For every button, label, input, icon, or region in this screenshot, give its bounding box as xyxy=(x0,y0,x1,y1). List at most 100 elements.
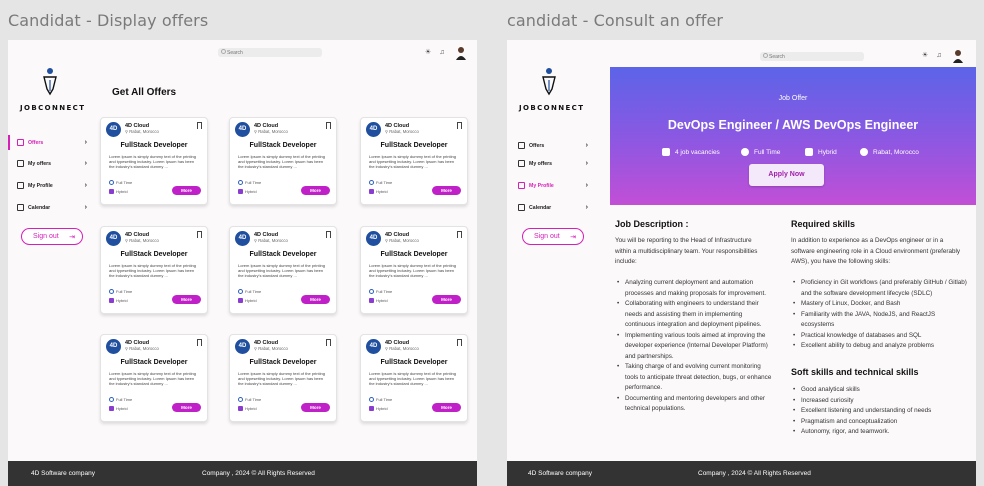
contract-text: Full Time xyxy=(754,148,781,156)
offer-description: Lorem Ipsum is simply dummy text of the … xyxy=(238,154,325,169)
offer-card[interactable]: 4D 4D Cloud ⚲ Rabat, Morocco FullStack Deve… xyxy=(100,226,208,314)
more-button[interactable]: More xyxy=(432,403,461,412)
display-offers-screen: ☀ ♫ JOBCONNECT Offers › My offers › My P… xyxy=(8,40,477,486)
sun-icon[interactable]: ☀ xyxy=(921,52,929,60)
search-input[interactable] xyxy=(227,48,307,57)
responsibility-item: Analyzing current deployment and automat… xyxy=(615,278,773,299)
more-button[interactable]: More xyxy=(432,186,461,195)
sidebar-item-calendar[interactable]: Calendar › xyxy=(17,204,87,211)
avatar[interactable] xyxy=(456,46,466,60)
required-skill-item: Practical knowledge of databases and SQL xyxy=(791,331,969,342)
company-location: ⚲ Rabat, Morocco xyxy=(385,129,419,134)
offer-title: FullStack Developer xyxy=(249,359,317,366)
offer-card[interactable]: 4D 4D Cloud ⚲ Rabat, Morocco FullStack Deve… xyxy=(229,334,337,422)
footer-rights: Company , 2024 © All Rights Reserved xyxy=(202,470,315,477)
more-button[interactable]: More xyxy=(432,295,461,304)
brand-name: JOBCONNECT xyxy=(20,104,86,112)
company-logo: 4D xyxy=(366,122,381,137)
sign-out-button[interactable]: Sign out ⇥ xyxy=(522,228,584,245)
required-skills-list: Proficiency in Git workflows (and prefer… xyxy=(791,278,969,352)
location-text: Rabat, Morocco xyxy=(129,129,159,134)
location-text: Rabat, Morocco xyxy=(258,346,288,351)
more-button[interactable]: More xyxy=(172,403,201,412)
bell-icon[interactable]: ♫ xyxy=(438,49,446,57)
sidebar-item-my-offers[interactable]: My offers › xyxy=(17,160,87,167)
bookmark-icon[interactable] xyxy=(326,122,331,129)
location-text: Rabat, Morocco xyxy=(129,346,159,351)
chevron-right-icon: › xyxy=(585,142,588,149)
offer-title: FullStack Developer xyxy=(120,142,188,149)
chevron-right-icon: › xyxy=(84,160,87,167)
contract-tag: Full Time xyxy=(369,397,392,402)
more-button[interactable]: More xyxy=(301,403,330,412)
avatar[interactable] xyxy=(953,49,963,63)
bookmark-icon[interactable] xyxy=(457,122,462,129)
bookmark-icon[interactable] xyxy=(197,231,202,238)
offer-card[interactable]: 4D 4D Cloud ⚲ Rabat, Morocco FullStack Deve… xyxy=(229,226,337,314)
offer-card[interactable]: 4D 4D Cloud ⚲ Rabat, Morocco FullStack Deve… xyxy=(100,334,208,422)
laptop-icon xyxy=(369,189,374,194)
mode-tag: Hybrid xyxy=(238,189,257,194)
offer-card[interactable]: 4D 4D Cloud ⚲ Rabat, Morocco FullStack Deve… xyxy=(360,226,468,314)
more-button[interactable]: More xyxy=(301,186,330,195)
job-description-intro: You will be reporting to the Head of Inf… xyxy=(615,237,758,265)
contract-tag: Full Time xyxy=(238,397,261,402)
job-description-heading: Job Description : xyxy=(615,219,689,229)
offer-card[interactable]: 4D 4D Cloud ⚲ Rabat, Morocco FullStack Deve… xyxy=(360,334,468,422)
offer-card[interactable]: 4D 4D Cloud ⚲ Rabat, Morocco FullStack Deve… xyxy=(100,117,208,205)
sidebar-item-calendar[interactable]: Calendar › xyxy=(518,204,588,211)
offer-card[interactable]: 4D 4D Cloud ⚲ Rabat, Morocco FullStack Deve… xyxy=(229,117,337,205)
bookmark-icon[interactable] xyxy=(197,122,202,129)
more-button[interactable]: More xyxy=(301,295,330,304)
sidebar-item-offers[interactable]: Offers › xyxy=(17,139,87,146)
frame-title-display-offers: Candidat - Display offers xyxy=(8,11,209,30)
soft-skill-item: Pragmatism and conceptualization xyxy=(791,417,969,428)
sidebar-item-my-profile[interactable]: My Profile › xyxy=(518,182,588,189)
brand-logo[interactable]: JOBCONNECT xyxy=(519,67,583,112)
offer-card[interactable]: 4D 4D Cloud ⚲ Rabat, Morocco FullStack Deve… xyxy=(360,117,468,205)
sign-out-button[interactable]: Sign out ⇥ xyxy=(21,228,83,245)
chevron-right-icon: › xyxy=(585,160,588,167)
bookmark-icon[interactable] xyxy=(326,339,331,346)
sidebar-item-my-offers[interactable]: My offers › xyxy=(518,160,588,167)
location-meta: Rabat, Morocco xyxy=(860,148,919,156)
apply-now-button[interactable]: Apply Now xyxy=(749,164,824,186)
contract-text: Full Time xyxy=(245,397,262,402)
location-text: Rabat, Morocco xyxy=(873,148,919,156)
required-skills-intro: In addition to experience as a DevOps en… xyxy=(791,237,961,265)
bookmark-icon[interactable] xyxy=(326,231,331,238)
sidebar-item-label: Offers xyxy=(28,139,44,146)
responsibilities-list: Analyzing current deployment and automat… xyxy=(615,278,773,415)
mode-tag: Hybrid xyxy=(369,298,388,303)
mode-text: Hybrid xyxy=(818,148,837,156)
sidebar-item-my-profile[interactable]: My Profile › xyxy=(17,182,87,189)
offer-description: Lorem Ipsum is simply dummy text of the … xyxy=(369,371,456,386)
offer-description: Lorem Ipsum is simply dummy text of the … xyxy=(109,371,196,386)
location-text: Rabat, Morocco xyxy=(258,129,288,134)
mode-tag: Hybrid xyxy=(238,298,257,303)
search-icon xyxy=(221,49,226,54)
sidebar-item-label: My Profile xyxy=(28,182,53,189)
bell-icon[interactable]: ♫ xyxy=(935,52,943,60)
more-button[interactable]: More xyxy=(172,295,201,304)
brand-logo[interactable]: JOBCONNECT xyxy=(20,67,86,112)
offer-title: FullStack Developer xyxy=(249,251,317,258)
search-input[interactable] xyxy=(769,52,849,61)
laptop-icon xyxy=(369,298,374,303)
clock-icon xyxy=(741,148,749,156)
pen-nib-icon xyxy=(43,68,57,96)
contract-tag: Full Time xyxy=(109,289,132,294)
bookmark-icon[interactable] xyxy=(197,339,202,346)
footer: 4D Software company Company , 2024 © All… xyxy=(8,461,477,486)
company-location: ⚲ Rabat, Morocco xyxy=(385,238,419,243)
bookmark-icon[interactable] xyxy=(457,339,462,346)
sidebar-item-offers[interactable]: Offers › xyxy=(518,142,588,149)
bookmark-icon[interactable] xyxy=(457,231,462,238)
search-bar[interactable] xyxy=(218,48,322,57)
company-logo: 4D xyxy=(235,122,250,137)
search-bar[interactable] xyxy=(760,52,864,61)
sun-icon[interactable]: ☀ xyxy=(424,49,432,57)
more-button[interactable]: More xyxy=(172,186,201,195)
mode-text: Hybrid xyxy=(376,298,388,303)
sidebar-item-label: My offers xyxy=(28,160,52,167)
